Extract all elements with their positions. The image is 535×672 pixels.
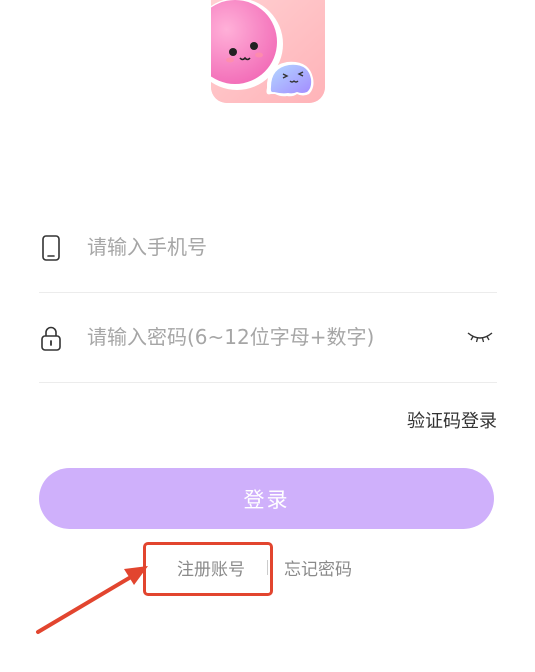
forgot-password-link[interactable]: 忘记密码 [284, 555, 352, 580]
phone-icon [39, 235, 63, 261]
sms-code-login-link[interactable]: 验证码登录 [407, 407, 497, 433]
login-button-label: 登录 [243, 487, 290, 512]
phone-field [39, 202, 497, 293]
link-divider [267, 560, 268, 575]
login-button[interactable]: 登录 [39, 468, 494, 529]
app-logo [211, 0, 325, 103]
eye-closed-icon[interactable] [467, 328, 493, 346]
ghost-mascot-logo-icon [211, 0, 325, 103]
lock-icon [39, 325, 63, 351]
register-account-link[interactable]: 注册账号 [177, 555, 245, 580]
password-field [39, 292, 497, 383]
password-input[interactable] [87, 316, 467, 358]
bottom-links: 注册账号 忘记密码 [0, 555, 535, 581]
phone-input[interactable] [87, 226, 467, 268]
